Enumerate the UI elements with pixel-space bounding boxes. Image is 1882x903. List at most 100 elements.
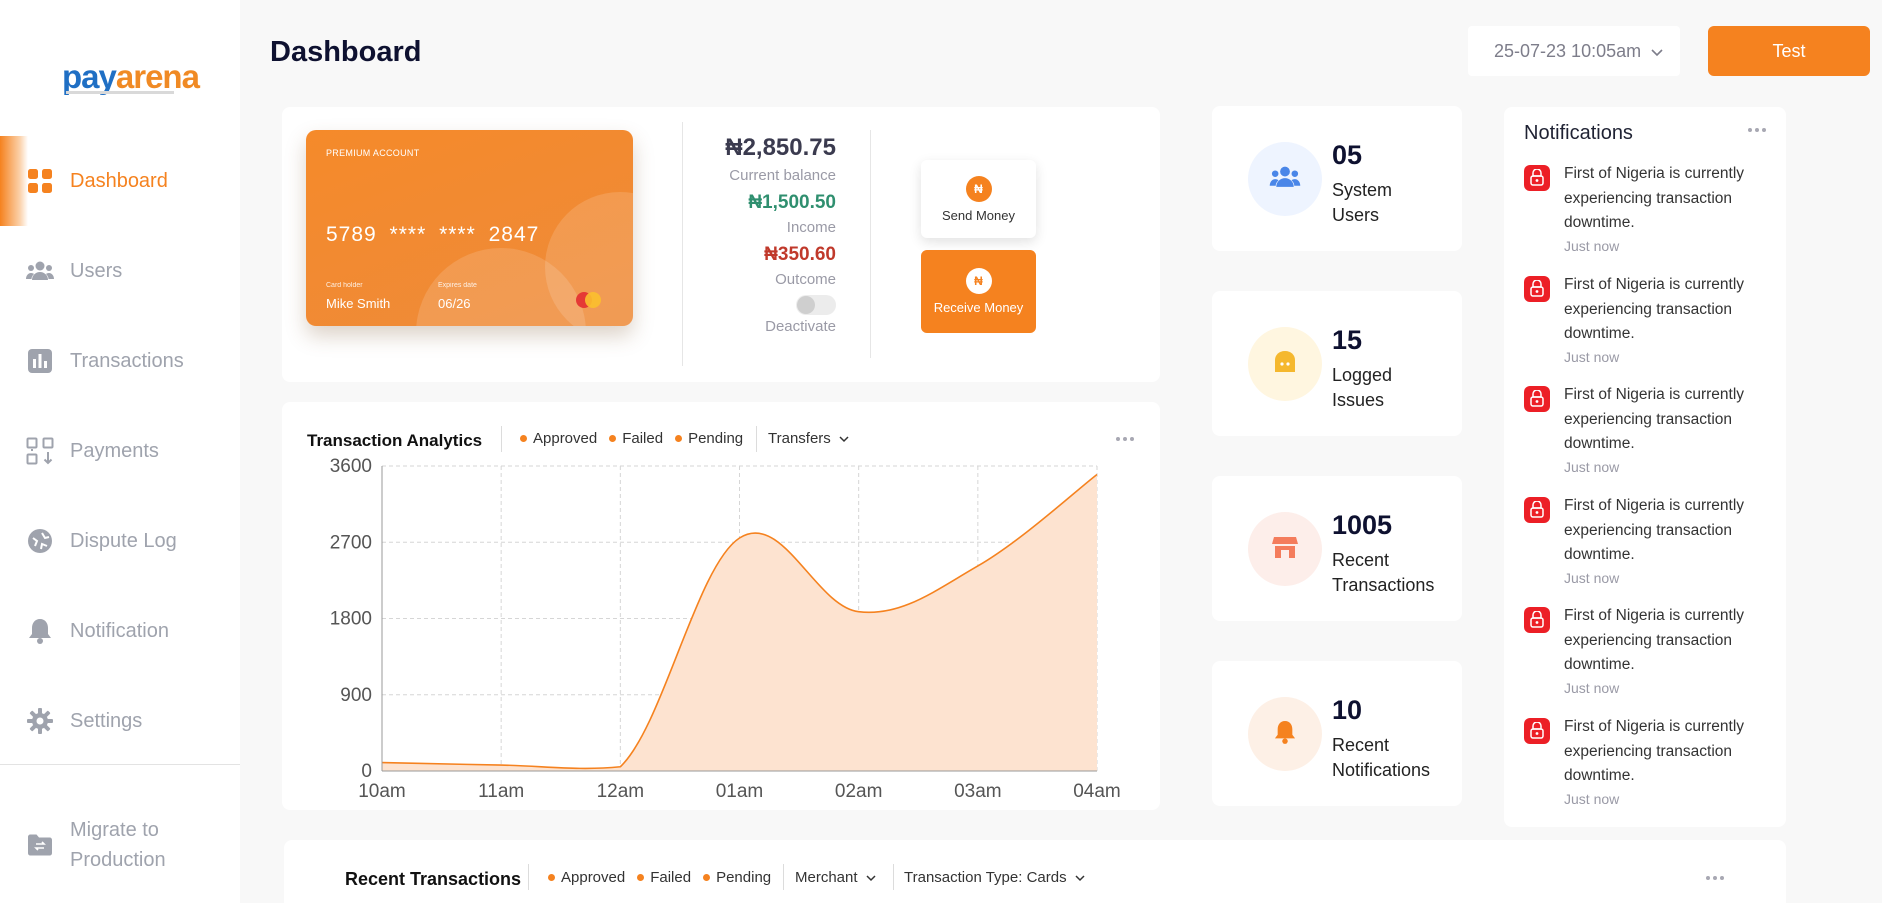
notification-text: First of Nigeria is currently experiencin… [1564,607,1745,673]
sidebar-item-dispute-log[interactable]: Dispute Log [0,511,240,571]
bell-icon [1274,720,1296,749]
outcome-value: ₦350.60 [764,244,836,265]
test-button[interactable]: Test [1708,26,1870,76]
card-holder-label: Card holder [326,282,363,289]
stat-card-system-users[interactable]: 05 System Users [1212,106,1462,251]
chart-y-tick-label: 3600 [330,456,372,477]
receive-money-button[interactable]: ₦ Receive Money [921,250,1036,333]
legend-label: Approved [561,869,626,886]
transfers-filter-dropdown[interactable]: Transfers [768,430,849,447]
notification-text: First of Nigeria is currently experiencin… [1564,276,1745,342]
chevron-down-icon [1651,41,1663,62]
legend-item-failed[interactable]: Failed [637,869,691,886]
sidebar-item-settings[interactable]: Settings [0,691,240,751]
gear-icon [26,707,54,735]
separator [501,426,502,452]
logo-pay-text: pay [62,58,117,95]
sidebar-item-dashboard[interactable]: Dashboard [0,151,240,211]
sidebar-item-notification[interactable]: Notification [0,601,240,661]
stat-card-recent-transactions[interactable]: 1005 Recent Transactions [1212,476,1462,621]
sidebar-item-label: Payments [70,439,159,462]
analytics-more-menu-icon[interactable] [1116,437,1134,441]
recent-more-menu-icon[interactable] [1706,876,1724,880]
migrate-to-production-link[interactable]: Migrate to Production [0,813,240,877]
alert-icon [1524,386,1550,412]
chart-y-tick-label: 2700 [330,532,372,553]
send-money-label: Send Money [942,207,1015,223]
stat-card-recent-notifications[interactable]: 10 Recent Notifications [1212,661,1462,806]
legend-label: Failed [650,869,692,886]
stat-card-logged-issues[interactable]: 15 Logged Issues [1212,291,1462,436]
alert-icon [1524,497,1550,523]
chart-x-tick-label: 03am [954,781,1002,802]
deactivate-label: Deactivate [765,318,836,335]
dispute-icon [26,527,54,555]
legend-dot [703,874,711,881]
recent-legend: Approved Failed Pending [548,869,783,886]
merchant-filter-dropdown[interactable]: Merchant [795,869,876,886]
sidebar-item-transactions[interactable]: Transactions [0,331,240,391]
notification-time: Just now [1564,570,1620,586]
legend-item-failed[interactable]: Failed [609,430,663,447]
recent-transactions-title: Recent Transactions [345,869,522,889]
toggle-knob [797,296,815,314]
premium-card[interactable]: PREMIUM ACCOUNT 5789 **** **** 2847 Card… [306,130,633,326]
legend-dot [609,435,617,442]
legend-item-pending[interactable]: Pending [703,869,771,886]
send-money-button[interactable]: ₦ Send Money [921,160,1036,238]
separator [893,864,894,890]
divider [682,122,683,366]
filter-value: Merchant [795,869,858,886]
card-holder-name: Mike Smith [326,296,391,311]
legend-dot [637,874,645,881]
stat-bubble [1248,142,1322,216]
migrate-label-line1: Migrate to [70,819,159,841]
naira-receive-icon: ₦ [965,268,992,294]
income-label: Income [786,219,836,236]
notifications-more-menu-icon[interactable] [1748,128,1766,132]
deactivate-toggle[interactable] [796,295,836,315]
date-picker[interactable]: 25-07-23 10:05am [1468,26,1680,76]
card-number: 5789 **** **** 2847 [326,223,540,246]
users-icon [1269,165,1301,194]
chart-x-tick-label: 12am [597,781,645,802]
bar-chart-icon [26,347,54,375]
legend-item-approved[interactable]: Approved [548,869,625,886]
transaction-type-filter-dropdown[interactable]: Transaction Type: Cards [904,869,1085,886]
alert-icon [1524,718,1550,744]
notification-time: Just now [1564,459,1620,475]
current-balance-label: Current balance [729,167,836,184]
issues-icon [1272,350,1298,379]
receive-money-label: Receive Money [933,300,1024,315]
chart-x-tick-label: 04am [1073,781,1121,802]
sidebar-item-label: Dispute Log [70,529,177,552]
page-title: Dashboard [270,36,422,68]
alert-icon [1524,276,1550,302]
legend-dot [520,435,527,442]
stat-label: Recent Transactions [1332,550,1435,595]
sidebar-item-users[interactable]: Users [0,241,240,301]
sidebar-divider [0,764,240,765]
legend-label: Approved [533,430,598,447]
chevron-down-icon [866,869,876,886]
notifications-title: Notifications [1524,122,1633,144]
users-icon [26,257,54,285]
stat-number: 1005 [1332,510,1393,540]
chart-x-tick-label: 01am [716,781,764,802]
stat-number: 05 [1332,140,1363,170]
sidebar-item-payments[interactable]: Payments [0,421,240,481]
chart-y-tick-label: 1800 [330,609,372,630]
sidebar-item-label: Dashboard [70,169,168,192]
stat-bubble [1248,327,1322,401]
divider [870,130,871,358]
legend-item-pending[interactable]: Pending [675,430,743,447]
notification-text: First of Nigeria is currently experiencin… [1564,165,1745,231]
migrate-label: Migrate to Production [70,815,166,875]
balance-summary: ₦2,850.75 Current balance ₦1,500.50 Inco… [700,134,836,288]
legend-item-approved[interactable]: Approved [520,430,597,447]
logo-arena-text: arena [115,58,200,95]
mastercard-icon [576,292,602,308]
chevron-down-icon [1075,869,1085,886]
analytics-title: Transaction Analytics [307,431,483,450]
current-balance-value: ₦2,850.75 [725,134,836,161]
